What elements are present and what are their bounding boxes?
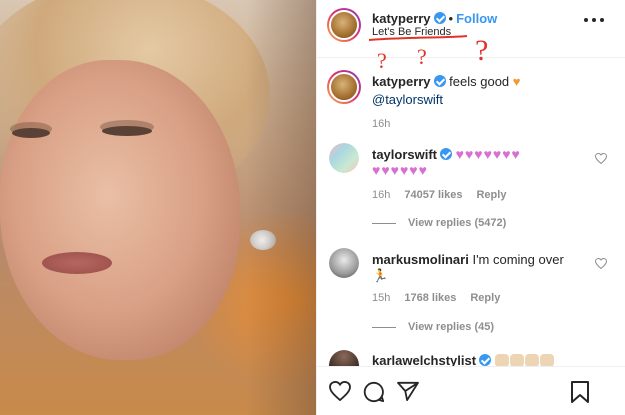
replies-divider: [372, 326, 396, 328]
clap-emoji: [524, 354, 539, 366]
comment-meta: 16h 74057 likes Reply: [372, 189, 520, 201]
comment-username[interactable]: markusmolinari: [372, 252, 469, 267]
comment-meta: 16h: [372, 118, 404, 130]
post-author-username[interactable]: katyperry: [372, 11, 431, 26]
photo-shadow: [246, 0, 316, 415]
runner-emoji: 🏃: [372, 268, 389, 283]
comment-avatar[interactable]: [329, 143, 359, 173]
verified-badge-icon: [440, 148, 453, 160]
comments-panel: katyperry • Follow Let's Be Friends ? ? ? …: [316, 0, 625, 415]
comment-username[interactable]: katyperry: [372, 74, 431, 89]
comment-avatar[interactable]: [329, 350, 359, 366]
heart-outline-icon[interactable]: [329, 381, 351, 401]
comment-username[interactable]: taylorswift: [372, 147, 437, 162]
comment-body: markusmolinari I'm coming over: [372, 251, 564, 268]
pink-hearts-emoji: ♥♥♥♥♥♥: [372, 162, 428, 178]
photo-eye-left: [12, 128, 50, 138]
comment-likes[interactable]: 1768 likes: [404, 292, 456, 304]
comment-body: karlawelchstylist: [372, 352, 555, 366]
view-replies-button[interactable]: View replies (5472): [372, 217, 506, 229]
comment-avatar[interactable]: [329, 248, 359, 278]
clap-emoji: [539, 354, 554, 366]
bookmark-icon[interactable]: [571, 381, 589, 403]
comment-username[interactable]: karlawelchstylist: [372, 353, 476, 366]
view-replies-label: View replies (5472): [408, 217, 507, 229]
verified-badge-icon: [479, 354, 492, 366]
comment-body-continued: ♥♥♥♥♥♥: [372, 162, 428, 179]
comment-time[interactable]: 16h: [372, 118, 390, 130]
replies-divider: [372, 222, 396, 224]
post-header: katyperry • Follow Let's Be Friends: [317, 0, 625, 58]
comment-like-heart-icon[interactable]: [595, 153, 607, 164]
verified-badge-icon: [433, 12, 446, 24]
reply-button[interactable]: Reply: [470, 292, 500, 304]
photo-lips: [42, 252, 112, 274]
view-replies-label: View replies (45): [408, 321, 495, 333]
comment-time[interactable]: 16h: [372, 189, 390, 201]
photo-face: [0, 60, 240, 360]
comment-likes[interactable]: 74057 likes: [404, 189, 462, 201]
comment-time[interactable]: 15h: [372, 292, 390, 304]
clap-emoji: [509, 354, 524, 366]
comment-text: I'm coming over: [472, 252, 564, 267]
speech-bubble-icon[interactable]: [363, 381, 385, 403]
photo-eye-right: [102, 126, 152, 136]
comment-avatar[interactable]: [327, 70, 361, 104]
more-horizontal-icon[interactable]: [584, 18, 604, 24]
paper-plane-icon[interactable]: [397, 381, 419, 401]
comment-like-heart-icon[interactable]: [595, 258, 607, 269]
post-author-avatar[interactable]: [327, 8, 361, 42]
view-replies-button[interactable]: View replies (45): [372, 321, 494, 333]
follow-button[interactable]: Follow: [456, 11, 497, 26]
verified-badge-icon: [433, 75, 446, 87]
post-location[interactable]: Let's Be Friends: [372, 26, 451, 38]
clap-emoji: [494, 354, 509, 366]
post-action-bar: [317, 366, 625, 415]
post-photo[interactable]: [0, 0, 316, 415]
pink-hearts-emoji: ♥♥♥♥♥♥♥: [455, 146, 521, 162]
comment-text: feels good: [449, 74, 510, 89]
separator-dot: •: [448, 11, 454, 26]
reply-button[interactable]: Reply: [476, 189, 506, 201]
comment-body: katyperry feels good ♥: [372, 73, 521, 90]
comment-body: taylorswift ♥♥♥♥♥♥♥: [372, 146, 521, 163]
orange-heart-emoji: ♥: [512, 74, 521, 89]
mention-link[interactable]: @taylorswift: [372, 91, 443, 108]
comment-meta: 15h 1768 likes Reply: [372, 292, 514, 304]
